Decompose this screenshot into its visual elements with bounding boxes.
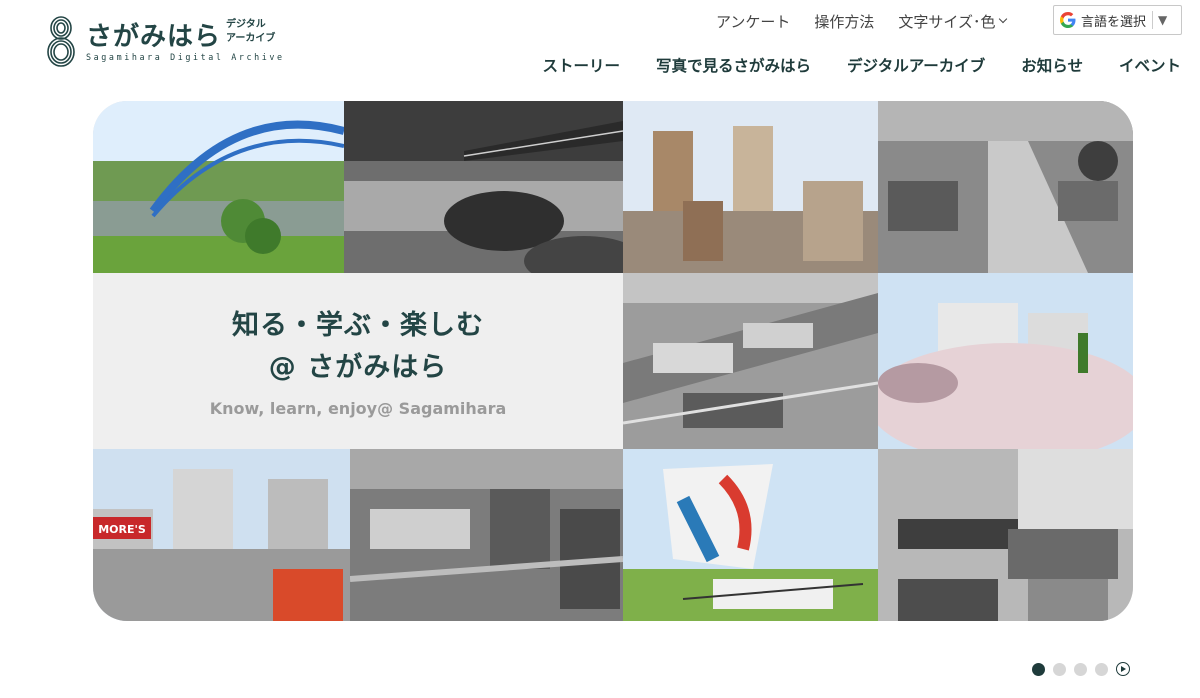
language-select[interactable]: 言語を選択 ▼ xyxy=(1053,5,1182,35)
photo-banner-text: MORE'S xyxy=(98,523,146,536)
photo-old-bridge xyxy=(344,101,623,273)
photo-aerial-factory xyxy=(623,273,878,449)
logo-mark-icon xyxy=(47,16,75,67)
language-select-divider xyxy=(1152,11,1154,29)
logo-subtitle-line1: デジタル xyxy=(226,19,266,30)
pager-dot-3[interactable] xyxy=(1074,662,1087,676)
google-g-icon xyxy=(1060,12,1076,28)
pager-dot-2[interactable] xyxy=(1053,662,1066,676)
hero-english-tagline: Know, learn, enjoy@ Sagamihara xyxy=(209,398,507,418)
nav-digital-archive[interactable]: デジタルアーカイブ xyxy=(847,54,985,76)
language-select-label: 言語を選択 xyxy=(1081,14,1147,30)
photo-cherry-blossoms xyxy=(878,273,1133,449)
hero-carousel[interactable]: 知る・学ぶ・楽しむ @ さがみはら Know, learn, enjoy@ Sa… xyxy=(93,101,1133,621)
photo-old-streets xyxy=(878,101,1133,273)
photo-old-meeting xyxy=(878,449,1133,621)
nav-news[interactable]: お知らせ xyxy=(1021,54,1083,76)
dropdown-arrow-icon: ▼ xyxy=(1158,13,1168,27)
logo-subtitle-line2: アーカイブ xyxy=(226,33,276,44)
font-size-color-menu[interactable]: 文字サイズ･色 xyxy=(898,11,1008,32)
howto-link[interactable]: 操作方法 xyxy=(814,11,874,32)
play-icon[interactable] xyxy=(1116,662,1130,676)
logo-title: さがみはら xyxy=(86,22,222,52)
pager-dot-1[interactable] xyxy=(1032,662,1045,676)
hero-headline-line1: 知る・学ぶ・楽しむ xyxy=(232,309,484,341)
hero-text-panel: 知る・学ぶ・楽しむ @ さがみはら Know, learn, enjoy@ Sa… xyxy=(93,273,623,449)
photo-blue-bridge xyxy=(93,101,344,273)
photo-old-downtown xyxy=(350,449,623,621)
logo-subtitle: デジタル アーカイブ xyxy=(226,18,275,46)
logo-english: Sagamihara Digital Archive xyxy=(86,52,285,62)
site-logo[interactable]: さがみはら デジタル アーカイブ Sagamihara Digital Arch… xyxy=(44,14,294,70)
font-size-color-label: 文字サイズ･色 xyxy=(898,12,996,31)
carousel-pager xyxy=(1032,662,1130,676)
pager-dot-4[interactable] xyxy=(1095,662,1108,676)
survey-link[interactable]: アンケート xyxy=(716,11,790,32)
photo-city-towers xyxy=(623,101,878,273)
nav-story[interactable]: ストーリー xyxy=(542,54,620,76)
photo-station-building: MORE'S xyxy=(93,449,350,621)
hero-headline-line2: @ さがみはら xyxy=(268,351,448,383)
photo-giant-kite xyxy=(623,449,878,621)
nav-events[interactable]: イベント xyxy=(1119,54,1181,76)
main-nav: ストーリー 写真で見るさがみはら デジタルアーカイブ お知らせ イベント xyxy=(506,54,1181,76)
nav-photos[interactable]: 写真で見るさがみはら xyxy=(656,54,811,76)
chevron-down-icon xyxy=(999,14,1008,24)
utility-nav: アンケート 操作方法 文字サイズ･色 xyxy=(716,11,1008,32)
